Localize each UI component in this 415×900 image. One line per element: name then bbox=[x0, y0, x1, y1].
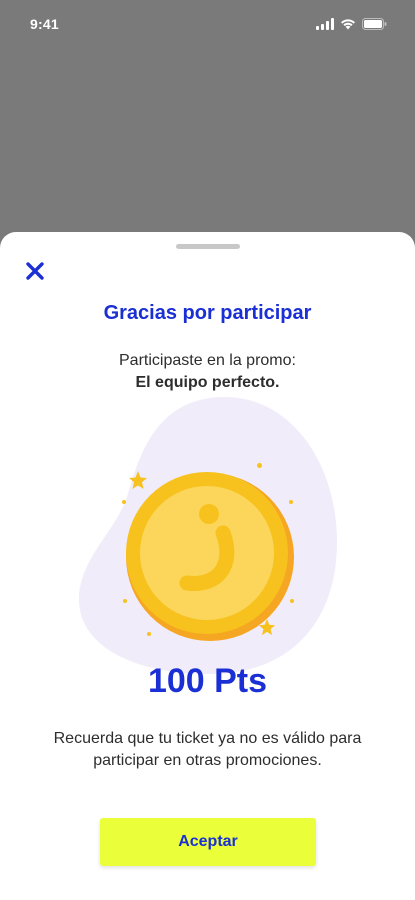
close-button[interactable] bbox=[20, 258, 50, 288]
status-time: 9:41 bbox=[30, 16, 59, 32]
drag-handle[interactable] bbox=[175, 244, 240, 249]
status-bar: 9:41 bbox=[0, 0, 415, 48]
status-icons bbox=[316, 17, 387, 35]
modal-subtitle: Participaste en la promo: El equipo perf… bbox=[0, 350, 415, 394]
modal-title: Gracias por participar bbox=[103, 302, 312, 324]
coin-icon bbox=[110, 457, 310, 657]
battery-icon bbox=[362, 17, 387, 35]
notice-text: Recuerda que tu ticket ya no es válido p… bbox=[53, 730, 362, 769]
cellular-signal-icon bbox=[316, 17, 334, 35]
screen: 9:41 Gracias por participar Participaste… bbox=[0, 0, 415, 900]
bottom-sheet: Gracias por participar Participaste en l… bbox=[0, 232, 415, 900]
close-icon bbox=[25, 261, 45, 286]
wifi-icon bbox=[340, 17, 356, 35]
points-value: 100 Pts bbox=[147, 662, 268, 700]
accept-button[interactable]: Aceptar bbox=[100, 818, 316, 866]
promo-name: El equipo perfecto. bbox=[135, 374, 280, 391]
subtitle-line: Participaste en la promo: bbox=[119, 352, 296, 369]
